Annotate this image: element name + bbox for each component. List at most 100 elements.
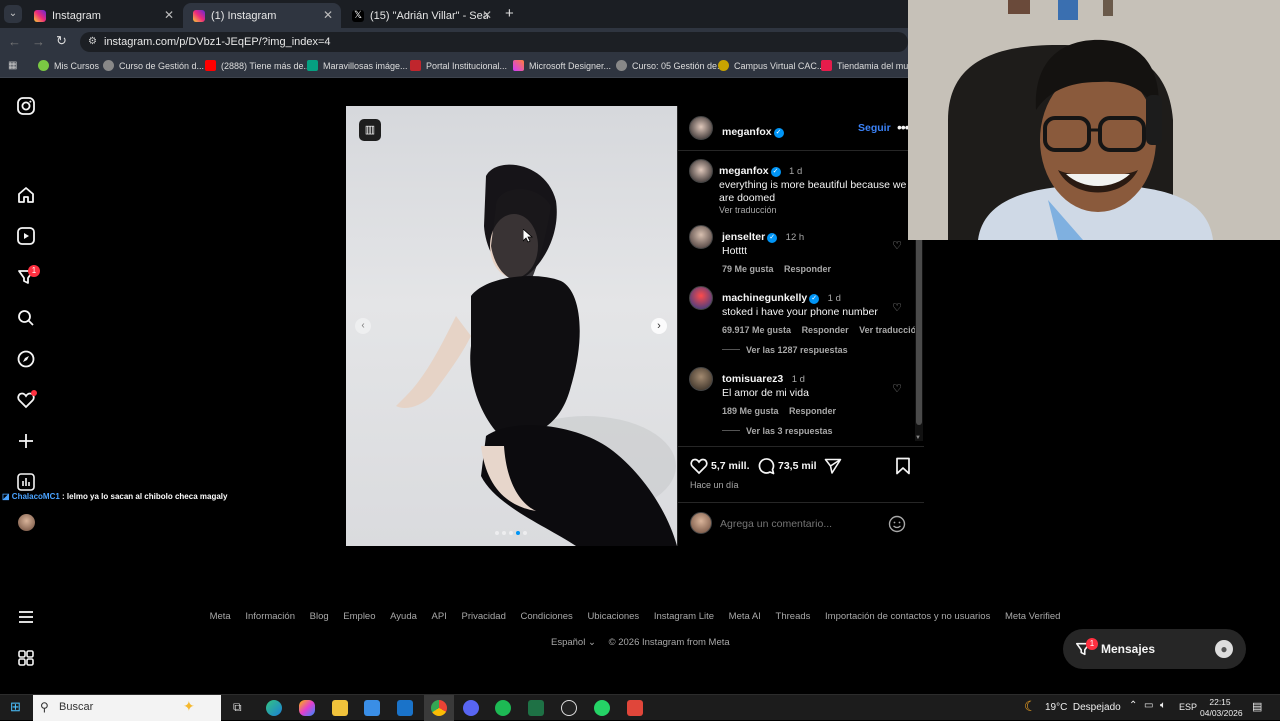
footer-link[interactable]: Instagram Lite — [654, 611, 714, 622]
footer-link[interactable]: Threads — [776, 611, 811, 622]
follow-button[interactable]: Seguir — [858, 122, 891, 134]
tab-instagram[interactable]: Instagram ✕ — [24, 3, 182, 28]
comment-username[interactable]: machinegunkelly — [722, 292, 807, 304]
new-tab-button[interactable]: + — [505, 5, 514, 22]
comment-bubble-icon[interactable] — [757, 457, 775, 475]
footer-link[interactable]: Meta — [210, 611, 231, 622]
comment-username[interactable]: jenselter — [722, 231, 765, 243]
post-author[interactable]: meganfox ✓ — [722, 122, 784, 140]
bookmark-item[interactable]: Maravillosas imáge... — [307, 60, 408, 71]
footer-link[interactable]: Condiciones — [521, 611, 573, 622]
comment-avatar[interactable] — [689, 225, 713, 249]
footer-link[interactable]: Meta AI — [729, 611, 761, 622]
bookmark-item[interactable]: Curso: 05 Gestión de... — [616, 60, 725, 71]
footer-link[interactable]: Ayuda — [390, 611, 417, 622]
reload-icon[interactable]: ↻ — [56, 33, 67, 49]
see-translation-link[interactable]: Ver traducción — [859, 325, 922, 335]
more-options-icon[interactable]: ••• — [897, 119, 910, 135]
tray-chevron-icon[interactable]: ⌃ — [1129, 700, 1137, 711]
tab-list-button[interactable]: ⌄ — [4, 5, 22, 23]
copilot-icon[interactable] — [299, 700, 315, 716]
taskbar-search-box[interactable]: ⚲ Buscar ✦ — [33, 695, 221, 721]
comments-count[interactable]: 73,5 mil — [778, 460, 817, 472]
chrome-taskbar-active[interactable] — [424, 695, 454, 721]
spotify-icon[interactable] — [495, 700, 511, 716]
comment-avatar[interactable] — [689, 286, 713, 310]
dashboard-chart-icon[interactable] — [17, 473, 35, 491]
reply-link[interactable]: Responder — [789, 406, 836, 416]
also-from-meta-icon[interactable] — [17, 649, 35, 667]
footer-link[interactable]: API — [432, 611, 447, 622]
instagram-logo-icon[interactable] — [17, 97, 35, 115]
volume-icon[interactable]: 🔈︎ — [1160, 700, 1166, 711]
reply-link[interactable]: Responder — [802, 325, 849, 335]
apps-grid-icon[interactable]: ▦ — [8, 60, 17, 71]
footer-link[interactable]: Empleo — [343, 611, 375, 622]
weather-text[interactable]: 19°C Despejado — [1045, 702, 1121, 713]
post-image[interactable]: ▥ ‹ › — [346, 106, 677, 546]
comment-likes[interactable]: 189 Me gusta — [722, 406, 779, 416]
close-icon[interactable]: ✕ — [323, 8, 333, 22]
view-replies[interactable]: Ver las 3 respuestas — [722, 426, 833, 436]
comment-avatar[interactable] — [689, 367, 713, 391]
comments-list[interactable]: meganfox ✓ 1 d everything is more beautif… — [678, 151, 922, 441]
carousel-prev-button[interactable]: ‹ — [355, 318, 371, 334]
search-icon[interactable] — [17, 309, 35, 327]
language-select[interactable]: Español ⌄ — [551, 637, 596, 648]
close-icon[interactable]: ✕ — [482, 8, 492, 22]
bookmark-item[interactable]: Portal Institucional... — [410, 60, 507, 71]
save-bookmark-icon[interactable] — [895, 457, 911, 475]
comment-likes[interactable]: 69.917 Me gusta — [722, 325, 791, 335]
home-icon[interactable] — [17, 186, 35, 204]
messages-button[interactable]: 1 Mensajes ● — [1063, 629, 1246, 669]
clock[interactable]: 22:15 04/03/2026 — [1200, 697, 1243, 719]
edge-icon[interactable] — [266, 700, 282, 716]
footer-link[interactable]: Blog — [310, 611, 329, 622]
tab-x-search[interactable]: 𝕏 (15) "Adrián Villar" - Search / X ✕ — [342, 3, 500, 28]
windows-start-icon[interactable]: ⊞ — [10, 699, 21, 715]
scroll-down-arrow-icon[interactable]: ▼ — [915, 435, 921, 441]
outlook-icon[interactable] — [397, 700, 413, 716]
comment-username[interactable]: tomisuarez3 — [722, 373, 783, 385]
tools-icon[interactable] — [627, 700, 643, 716]
file-explorer-icon[interactable] — [332, 700, 348, 716]
footer-link[interactable]: Meta Verified — [1005, 611, 1060, 622]
like-heart-icon[interactable] — [690, 457, 708, 475]
like-comment-heart-icon[interactable]: ♡ — [892, 239, 902, 252]
close-icon[interactable]: ✕ — [164, 8, 174, 22]
task-view-icon[interactable]: ⧉ — [233, 700, 242, 715]
footer-link[interactable]: Información — [245, 611, 295, 622]
forward-icon[interactable]: → — [32, 34, 45, 49]
discord-icon[interactable] — [463, 700, 479, 716]
reply-link[interactable]: Responder — [784, 264, 831, 274]
footer-link[interactable]: Ubicaciones — [587, 611, 639, 622]
language-indicator[interactable]: ESP — [1179, 702, 1197, 712]
see-translation-link[interactable]: Ver traducción — [719, 205, 909, 215]
notification-center-icon[interactable]: ▤ — [1252, 700, 1262, 713]
comment-likes[interactable]: 79 Me gusta — [722, 264, 774, 274]
profile-avatar[interactable] — [18, 514, 35, 531]
like-comment-heart-icon[interactable]: ♡ — [892, 301, 902, 314]
emoji-icon[interactable] — [888, 515, 906, 533]
bookmark-item[interactable]: Curso de Gestión d... — [103, 60, 204, 71]
whatsapp-icon[interactable] — [594, 700, 610, 716]
share-icon[interactable] — [824, 457, 842, 475]
carousel-next-button[interactable]: › — [651, 318, 667, 334]
explore-compass-icon[interactable] — [17, 350, 35, 368]
excel-icon[interactable] — [528, 700, 544, 716]
obs-icon[interactable] — [561, 700, 577, 716]
create-plus-icon[interactable] — [17, 432, 35, 450]
bookmark-item[interactable]: Campus Virtual CAC... — [718, 60, 824, 71]
bookmark-item[interactable]: Tiendamia del mu — [821, 60, 908, 71]
site-info-icon[interactable]: ⚙ — [88, 32, 97, 52]
view-replies[interactable]: Ver las 1287 respuestas — [722, 345, 848, 355]
tab-instagram-active[interactable]: (1) Instagram ✕ — [183, 3, 341, 28]
bookmark-item[interactable]: Microsoft Designer... — [513, 60, 611, 71]
caption-avatar[interactable] — [689, 159, 713, 183]
footer-link[interactable]: Importación de contactos y no usuarios — [825, 611, 990, 622]
back-icon[interactable]: ← — [8, 34, 21, 49]
reels-icon[interactable] — [17, 227, 35, 245]
bookmark-item[interactable]: (2888) Tiene más de... — [205, 60, 311, 71]
address-bar[interactable]: ⚙ instagram.com/p/DVbz1-JEqEP/?img_index… — [80, 32, 908, 52]
likes-count[interactable]: 5,7 mill. — [711, 460, 750, 472]
